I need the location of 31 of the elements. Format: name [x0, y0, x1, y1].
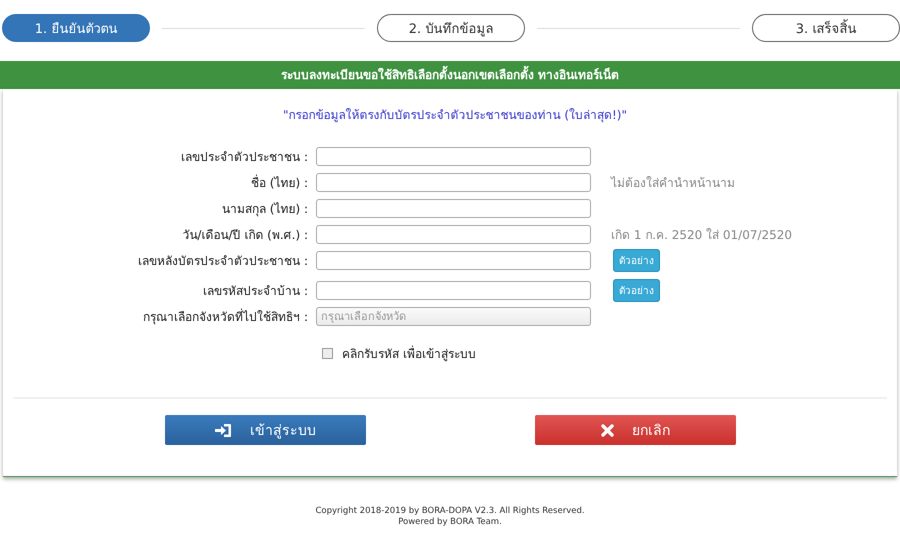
sign-in-icon: [215, 422, 232, 438]
page-banner: ระบบลงทะเบียนขอใช้สิทธิเลือกตั้งนอกเขตเลือกตั้ง ทางอินเทอร์เน็ต: [0, 61, 900, 89]
input-field[interactable]: [316, 198, 591, 218]
checkbox[interactable]: [322, 348, 333, 359]
footer-text: Copyright 2018-2019 by BORA-DOPA V2.3. All Rights Reserved.: [314, 506, 586, 517]
login-button[interactable]: เข้าสู่ระบบ: [165, 415, 366, 445]
field-label: วัน/เดือน/ปี เกิด (พ.ศ.) :: [181, 226, 308, 244]
input-field[interactable]: [316, 250, 591, 270]
close-icon: [601, 424, 614, 436]
example-button[interactable]: ตัวอย่าง: [613, 248, 660, 272]
hint-text: ไม่ต้องใส่คำนำหน้านาม: [611, 174, 735, 192]
instruction-text: "กรอกข้อมูลให้ตรงกับบัตรประจำตัวประชาชนของท่าน (ใบล่าสุด!)": [282, 107, 628, 124]
input-field[interactable]: [316, 146, 591, 166]
input-field[interactable]: [316, 224, 591, 244]
input-field[interactable]: [316, 280, 591, 300]
step-tab[interactable]: 2. บันทึกข้อมูล: [377, 14, 525, 42]
hint-text: เกิด 1 ก.ค. 2520 ใส่ 01/07/2520: [611, 226, 792, 244]
field-label: ชื่อ (ไทย) :: [250, 174, 308, 192]
field-label: กรุณาเลือกจังหวัดที่ไปใช้สิทธิฯ :: [142, 308, 308, 326]
checkbox-label: คลิกรับรหัส เพื่อเข้าสู่ระบบ: [342, 344, 476, 363]
step-tab[interactable]: 3. เสร็จสิ้น: [752, 14, 900, 42]
field-label: เลขประจำตัวประชาชน :: [180, 148, 308, 166]
footer-text: Powered by BORA Team.: [397, 517, 503, 528]
field-label: เลขหลังบัตรประจำตัวประชาชน :: [137, 252, 308, 270]
field-label: เลขรหัสประจำบ้าน :: [202, 282, 308, 300]
step-tab[interactable]: 1. ยืนยันตัวตน: [2, 14, 150, 42]
field-label: นามสกุล (ไทย) :: [220, 200, 308, 218]
input-field[interactable]: [316, 172, 591, 192]
cancel-button[interactable]: ยกเลิก: [535, 415, 736, 445]
example-button[interactable]: ตัวอย่าง: [613, 278, 660, 302]
province-select[interactable]: กรุณาเลือกจังหวัด: [316, 306, 591, 326]
